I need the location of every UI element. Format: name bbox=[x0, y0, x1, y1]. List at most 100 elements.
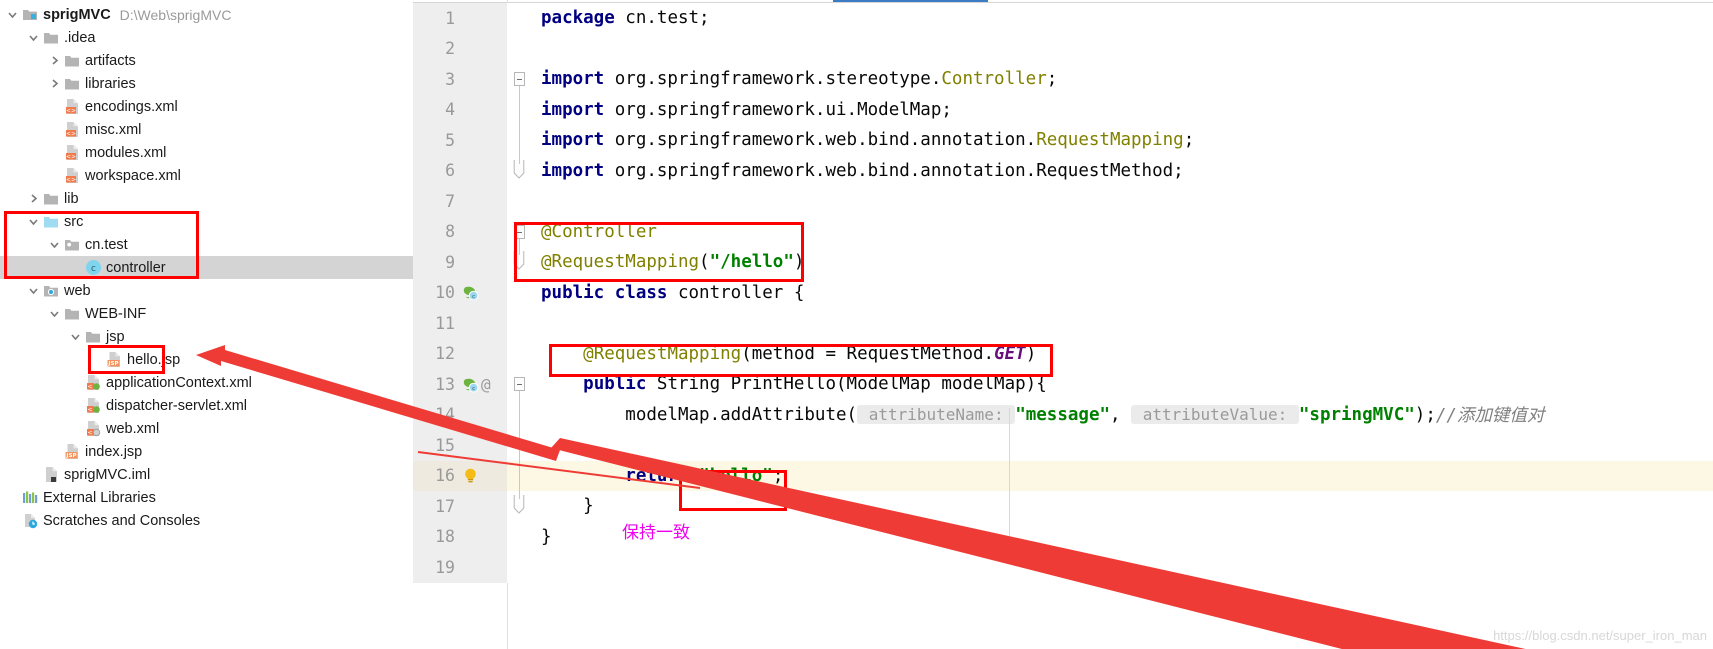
gutter-icons bbox=[460, 521, 507, 552]
tree-row-external-libraries[interactable]: External Libraries bbox=[0, 486, 413, 509]
xml-file-icon: <> bbox=[63, 167, 81, 184]
code-line[interactable]: 4 import org.springframework.ui.ModelMap; bbox=[413, 94, 1713, 126]
fold-spacer bbox=[507, 33, 531, 64]
tree-row-idea[interactable]: .idea bbox=[0, 26, 413, 49]
code-line[interactable]: 8 @Controller bbox=[413, 216, 1713, 248]
code-token: @RequestMapping bbox=[583, 343, 742, 364]
code-line[interactable]: 19 bbox=[413, 552, 1713, 583]
tree-row-artifacts[interactable]: artifacts bbox=[0, 49, 413, 72]
tree-row-web[interactable]: web bbox=[0, 279, 413, 302]
tree-row-dispatcher-servlet-xml[interactable]: < dispatcher-servlet.xml bbox=[0, 394, 413, 417]
code-token: org.springframework.web.bind.annotation.… bbox=[604, 160, 1184, 181]
code-text[interactable]: @RequestMapping("/hello") bbox=[531, 247, 1713, 278]
code-line[interactable]: 13 c @ public String PrintHello(ModelMap… bbox=[413, 369, 1713, 400]
tree-row-hello-jsp[interactable]: JSP hello.jsp bbox=[0, 348, 413, 371]
code-token: package bbox=[541, 8, 615, 29]
annotation-note-text: 保持一致 bbox=[622, 523, 690, 543]
tree-row-web-inf[interactable]: WEB-INF bbox=[0, 302, 413, 325]
tree-row-jsp[interactable]: jsp bbox=[0, 325, 413, 348]
code-line[interactable]: 5 import org.springframework.web.bind.ann… bbox=[413, 125, 1713, 156]
chevron-right-icon[interactable] bbox=[46, 55, 63, 66]
spring-bean-icon[interactable]: c bbox=[462, 376, 479, 393]
code-text[interactable]: public class controller { bbox=[531, 278, 1713, 309]
code-text[interactable] bbox=[531, 552, 1713, 583]
spring-bean-icon[interactable]: c bbox=[462, 284, 479, 301]
code-text[interactable]: public String PrintHello(ModelMap modelM… bbox=[531, 369, 1713, 400]
fold-spacer bbox=[507, 308, 531, 339]
code-editor[interactable]: 1 package cn.test; 2 3 import org.springfram… bbox=[413, 0, 1713, 649]
tree-row-workspace-xml[interactable]: <> workspace.xml bbox=[0, 164, 413, 187]
code-line[interactable]: 15 bbox=[413, 430, 1713, 461]
code-token: ); bbox=[1414, 404, 1436, 425]
tree-row-encodings-xml[interactable]: <> encodings.xml bbox=[0, 95, 413, 118]
tree-row-scratches-and-consoles[interactable]: Scratches and Consoles bbox=[0, 509, 413, 532]
code-text[interactable]: import org.springframework.ui.ModelMap; bbox=[531, 95, 1713, 126]
chevron-right-icon[interactable] bbox=[25, 193, 42, 204]
code-text[interactable]: } bbox=[531, 522, 1713, 553]
tree-row-index-jsp[interactable]: JSP index.jsp bbox=[0, 440, 413, 463]
tree-row-misc-xml[interactable]: <> misc.xml bbox=[0, 118, 413, 141]
code-text[interactable]: return "hello"; bbox=[531, 461, 1713, 492]
code-text[interactable] bbox=[531, 186, 1713, 217]
code-line[interactable]: 18} bbox=[413, 521, 1713, 553]
code-text[interactable]: package cn.test; bbox=[531, 3, 1713, 34]
tree-row-lib[interactable]: lib bbox=[0, 187, 413, 210]
code-text[interactable]: @Controller bbox=[531, 217, 1713, 248]
tree-row-applicationcontext-xml[interactable]: < applicationContext.xml bbox=[0, 371, 413, 394]
tree-row-cn-test[interactable]: cn.test bbox=[0, 233, 413, 256]
chevron-down-icon[interactable] bbox=[25, 32, 42, 43]
code-text[interactable] bbox=[531, 430, 1713, 461]
code-line[interactable]: 9 @RequestMapping("/hello") bbox=[413, 247, 1713, 278]
code-line[interactable]: 7 bbox=[413, 186, 1713, 217]
chevron-down-icon[interactable] bbox=[46, 308, 63, 319]
intellij-idea-window: sprigMVC D:\Web\sprigMVC .idea artifacts l… bbox=[0, 0, 1713, 649]
annotation-at-icon[interactable]: @ bbox=[481, 375, 491, 394]
code-text[interactable]: import org.springframework.web.bind.anno… bbox=[531, 156, 1713, 187]
intention-bulb-icon[interactable] bbox=[462, 467, 479, 485]
code-text[interactable] bbox=[531, 34, 1713, 65]
code-line[interactable]: 17 } bbox=[413, 491, 1713, 522]
line-number: 12 bbox=[413, 338, 460, 369]
code-line[interactable]: 6 import org.springframework.web.bind.an… bbox=[413, 155, 1713, 187]
chevron-down-icon[interactable] bbox=[46, 239, 63, 250]
code-text[interactable] bbox=[531, 308, 1713, 339]
code-token: return bbox=[625, 465, 689, 486]
tree-item-label: src bbox=[64, 213, 84, 230]
code-line[interactable]: 11 bbox=[413, 308, 1713, 339]
chevron-down-icon[interactable] bbox=[25, 285, 42, 296]
tree-row-web-xml[interactable]: < web.xml bbox=[0, 417, 413, 440]
code-token: public bbox=[583, 374, 647, 395]
gutter-icons bbox=[460, 338, 507, 369]
code-lines-container[interactable]: 1 package cn.test; 2 3 import org.springfram… bbox=[413, 3, 1713, 649]
code-token: ) bbox=[1025, 343, 1037, 364]
code-line[interactable]: 3 import org.springframework.stereotype. C… bbox=[413, 64, 1713, 95]
tree-row-src[interactable]: src bbox=[0, 210, 413, 233]
tree-row-project-root[interactable]: sprigMVC D:\Web\sprigMVC bbox=[0, 3, 413, 26]
tree-row-libraries[interactable]: libraries bbox=[0, 72, 413, 95]
code-line[interactable]: 10 c public class controller { bbox=[413, 277, 1713, 309]
chevron-down-icon[interactable] bbox=[4, 9, 21, 20]
chevron-right-icon[interactable] bbox=[46, 78, 63, 89]
gutter-icons bbox=[460, 491, 507, 522]
code-token: ( bbox=[699, 252, 710, 273]
gutter-icons bbox=[460, 216, 507, 247]
code-text[interactable]: } bbox=[531, 491, 1713, 522]
code-text[interactable]: @RequestMapping (method = RequestMethod. G… bbox=[531, 339, 1713, 370]
tree-row-controller[interactable]: c controller bbox=[0, 256, 413, 279]
tree-row-sprigmvc-iml[interactable]: sprigMVC.iml bbox=[0, 463, 413, 486]
code-line[interactable]: 2 bbox=[413, 33, 1713, 65]
folder-icon bbox=[63, 77, 81, 91]
chevron-down-icon[interactable] bbox=[25, 216, 42, 227]
code-text[interactable]: import org.springframework.stereotype. Co… bbox=[531, 64, 1713, 95]
tree-row-modules-xml[interactable]: <> modules.xml bbox=[0, 141, 413, 164]
project-tool-window[interactable]: sprigMVC D:\Web\sprigMVC .idea artifacts l… bbox=[0, 0, 413, 649]
code-line[interactable]: 16 return "hello"; bbox=[413, 460, 1713, 492]
fold-region-line bbox=[519, 86, 520, 164]
tree-item-label: External Libraries bbox=[43, 489, 156, 506]
chevron-down-icon[interactable] bbox=[67, 331, 84, 342]
code-text[interactable]: import org.springframework.web.bind.anno… bbox=[531, 125, 1713, 156]
code-line[interactable]: 1 package cn.test; bbox=[413, 3, 1713, 34]
code-line[interactable]: 12 @RequestMapping (method = RequestMetho… bbox=[413, 338, 1713, 370]
code-line[interactable]: 14 modelMap.addAttribute( attributeName:… bbox=[413, 399, 1713, 431]
code-text[interactable]: modelMap.addAttribute( attributeName: "m… bbox=[531, 400, 1713, 431]
